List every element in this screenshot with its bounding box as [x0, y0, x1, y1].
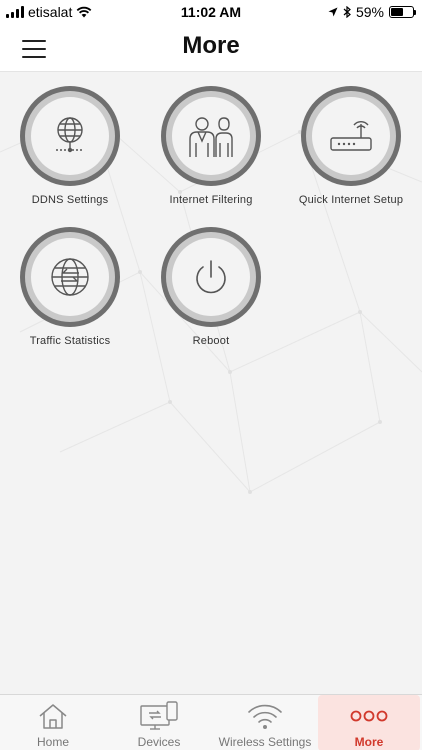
battery-icon: [389, 6, 416, 18]
tab-label: Devices: [137, 735, 181, 749]
tile-label: Traffic Statistics: [29, 335, 111, 347]
tab-devices[interactable]: Devices: [106, 695, 212, 750]
bluetooth-icon: [343, 6, 351, 18]
people-icon: [189, 117, 233, 157]
tile-ring: [161, 86, 261, 186]
bottom-tab-bar: Home Devices Wireless Settings More: [0, 694, 422, 750]
status-bar: etisalat 11:02 AM 59%: [0, 0, 422, 24]
globe-arrows-icon: [51, 258, 89, 296]
tab-label: Wireless Settings: [218, 735, 312, 749]
home-icon: [39, 704, 67, 729]
tab-home[interactable]: Home: [0, 695, 106, 750]
tile-internet-filtering[interactable]: Internet Filtering: [141, 72, 281, 212]
tile-traffic-statistics[interactable]: Traffic Statistics: [0, 213, 140, 353]
location-arrow-icon: [328, 7, 338, 17]
tile-ddns-settings[interactable]: DDNS Settings: [0, 72, 140, 212]
devices-icon: [140, 701, 178, 730]
tile-ring: [161, 227, 261, 327]
tile-quick-internet-setup[interactable]: Quick Internet Setup: [281, 72, 421, 212]
power-icon: [196, 260, 226, 294]
tile-ring: [301, 86, 401, 186]
tile-label: Reboot: [192, 335, 230, 347]
page-title: More: [182, 32, 240, 59]
battery-percent: 59%: [355, 4, 384, 20]
globe-network-icon: [56, 117, 84, 153]
tab-label: More: [354, 735, 384, 749]
more-dots-icon: [350, 710, 388, 722]
tab-wireless-settings[interactable]: Wireless Settings: [212, 695, 318, 750]
tile-label: Internet Filtering: [169, 194, 253, 206]
tile-label: Quick Internet Setup: [298, 194, 404, 206]
tile-label: DDNS Settings: [31, 194, 109, 206]
tab-label: Home: [36, 735, 69, 749]
tile-ring: [20, 86, 120, 186]
wifi-icon: [248, 704, 282, 729]
tab-more[interactable]: More: [318, 695, 420, 750]
router-icon: [330, 121, 372, 151]
tile-reboot[interactable]: Reboot: [141, 213, 281, 353]
battery-fill: [391, 8, 404, 16]
tile-ring: [20, 227, 120, 327]
app-header: More: [0, 24, 422, 72]
status-right: 59%: [328, 4, 416, 20]
